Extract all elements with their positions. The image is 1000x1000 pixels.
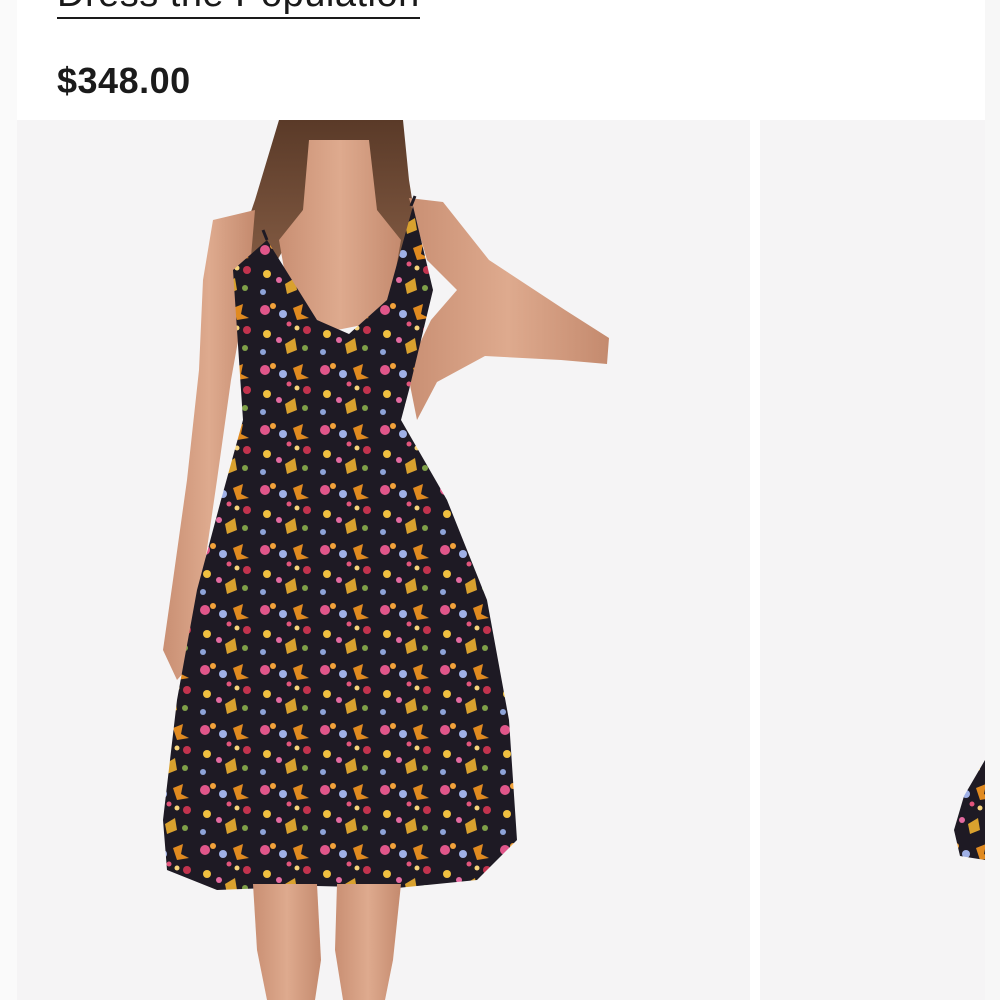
image-carousel[interactable] bbox=[17, 120, 985, 1000]
left-gutter bbox=[0, 0, 17, 1000]
right-gutter bbox=[985, 0, 1000, 1000]
dress-photo bbox=[17, 120, 750, 1000]
brand-link[interactable]: Dress the Population bbox=[57, 0, 420, 19]
product-price: $348.00 bbox=[57, 60, 191, 101]
dress-photo-partial bbox=[760, 120, 985, 1000]
product-page: Dress the Population $348.00 bbox=[0, 0, 1000, 1000]
product-image-next[interactable] bbox=[760, 120, 985, 1000]
product-image-main[interactable] bbox=[17, 120, 750, 1000]
